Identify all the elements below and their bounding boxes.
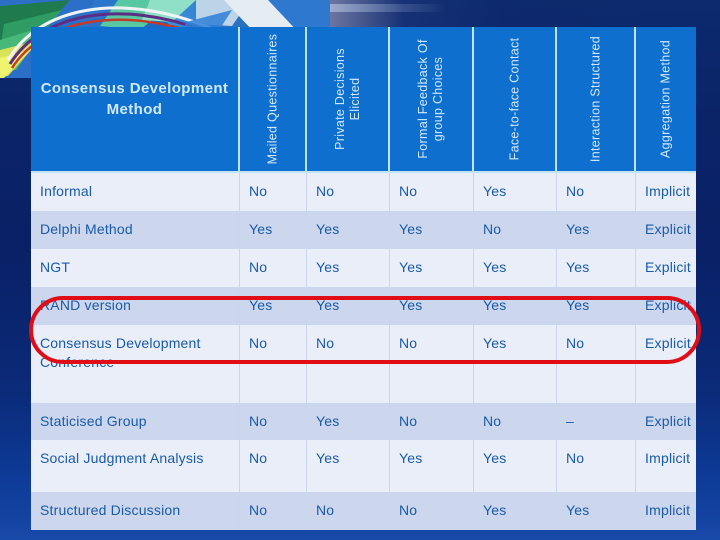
cell-private-decisions: Yes: [307, 440, 390, 493]
column-header-interaction-structured-label: Interaction Structured: [587, 35, 602, 163]
column-header-aggregation-method-label: Aggregation Method: [658, 40, 673, 158]
table-header: Consensus Development Method Mailed Ques…: [31, 27, 696, 173]
table-header-row: Consensus Development Method Mailed Ques…: [31, 27, 696, 173]
consensus-methods-table: Consensus Development Method Mailed Ques…: [31, 27, 696, 531]
table-row[interactable]: Social Judgment Analysis No Yes Yes Yes …: [31, 440, 696, 493]
cell-formal-feedback: Yes: [390, 286, 474, 325]
table-row[interactable]: Informal No No No Yes No Implicit: [31, 173, 696, 211]
cell-aggregation-method: Explicit: [636, 286, 696, 325]
cell-aggregation-method: Explicit: [636, 324, 696, 403]
cell-face-to-face-contact: No: [474, 402, 557, 441]
cell-private-decisions: Yes: [307, 210, 390, 249]
cell-interaction-structured: No: [557, 440, 636, 493]
cell-private-decisions: No: [307, 173, 390, 211]
cell-method: Social Judgment Analysis: [31, 440, 240, 493]
table-body: Informal No No No Yes No Implicit Delphi…: [31, 173, 696, 531]
cell-face-to-face-contact: Yes: [474, 248, 557, 287]
cell-interaction-structured: No: [557, 173, 636, 211]
cell-formal-feedback: No: [390, 492, 474, 531]
table-row[interactable]: Delphi Method Yes Yes Yes No Yes Explici…: [31, 210, 696, 249]
column-header-mailed-questionnaires: Mailed Questionnaires: [240, 27, 307, 173]
table-row[interactable]: Staticised Group No Yes No No – Explicit: [31, 402, 696, 441]
cell-interaction-structured: Yes: [557, 248, 636, 287]
cell-formal-feedback: Yes: [390, 210, 474, 249]
column-header-face-to-face-contact-label: Face-to-face Contact: [506, 37, 521, 161]
cell-interaction-structured: Yes: [557, 286, 636, 325]
column-header-aggregation-method: Aggregation Method: [636, 27, 696, 173]
table-row[interactable]: Structured Discussion No No No Yes Yes I…: [31, 492, 696, 531]
column-header-consensus-development-method: Consensus Development Method: [31, 27, 240, 173]
cell-mailed-questionnaires: No: [240, 492, 307, 531]
cell-mailed-questionnaires: No: [240, 173, 307, 211]
cell-method: Delphi Method: [31, 210, 240, 249]
cell-mailed-questionnaires: No: [240, 402, 307, 441]
cell-mailed-questionnaires: No: [240, 440, 307, 493]
cell-aggregation-method: Explicit: [636, 402, 696, 441]
cell-method: Consensus Development Conference: [31, 324, 240, 403]
cell-mailed-questionnaires: No: [240, 248, 307, 287]
cell-formal-feedback: No: [390, 173, 474, 211]
cell-private-decisions: Yes: [307, 286, 390, 325]
cell-method: Staticised Group: [31, 402, 240, 441]
cell-private-decisions: Yes: [307, 248, 390, 287]
cell-mailed-questionnaires: Yes: [240, 210, 307, 249]
column-header-face-to-face-contact: Face-to-face Contact: [474, 27, 557, 173]
consensus-methods-table-container: Consensus Development Method Mailed Ques…: [31, 27, 696, 531]
cell-face-to-face-contact: Yes: [474, 440, 557, 493]
cell-aggregation-method: Implicit: [636, 492, 696, 531]
cell-private-decisions: No: [307, 492, 390, 531]
cell-formal-feedback: Yes: [390, 248, 474, 287]
column-header-interaction-structured: Interaction Structured: [557, 27, 636, 173]
cell-method: RAND version: [31, 286, 240, 325]
cell-aggregation-method: Implicit: [636, 440, 696, 493]
column-header-formal-feedback-of-group-choices: Formal Feedback Of group Choices: [390, 27, 474, 173]
cell-method: Structured Discussion: [31, 492, 240, 531]
cell-private-decisions: Yes: [307, 402, 390, 441]
cell-face-to-face-contact: No: [474, 210, 557, 249]
cell-mailed-questionnaires: Yes: [240, 286, 307, 325]
cell-face-to-face-contact: Yes: [474, 286, 557, 325]
cell-method: Informal: [31, 173, 240, 211]
cell-face-to-face-contact: Yes: [474, 324, 557, 403]
table-row[interactable]: NGT No Yes Yes Yes Yes Explicit: [31, 248, 696, 287]
cell-interaction-structured: –: [557, 402, 636, 441]
cell-formal-feedback: Yes: [390, 440, 474, 493]
cell-face-to-face-contact: Yes: [474, 492, 557, 531]
cell-private-decisions: No: [307, 324, 390, 403]
cell-interaction-structured: Yes: [557, 210, 636, 249]
cell-formal-feedback: No: [390, 402, 474, 441]
column-header-private-decisions-elicited: Private Decisions Elicited: [307, 27, 390, 173]
cell-face-to-face-contact: Yes: [474, 173, 557, 211]
cell-interaction-structured: No: [557, 324, 636, 403]
cell-aggregation-method: Implicit: [636, 173, 696, 211]
cell-aggregation-method: Explicit: [636, 210, 696, 249]
column-header-formal-feedback-label: Formal Feedback Of group Choices: [415, 39, 445, 159]
table-row[interactable]: RAND version Yes Yes Yes Yes Yes Explici…: [31, 286, 696, 325]
cell-aggregation-method: Explicit: [636, 248, 696, 287]
table-row-highlighted[interactable]: Consensus Development Conference No No N…: [31, 324, 696, 403]
column-header-private-decisions-elicited-label: Private Decisions Elicited: [332, 48, 362, 150]
cell-formal-feedback: No: [390, 324, 474, 403]
cell-method: NGT: [31, 248, 240, 287]
column-header-mailed-questionnaires-label: Mailed Questionnaires: [264, 33, 279, 165]
cell-mailed-questionnaires: No: [240, 324, 307, 403]
cell-interaction-structured: Yes: [557, 492, 636, 531]
